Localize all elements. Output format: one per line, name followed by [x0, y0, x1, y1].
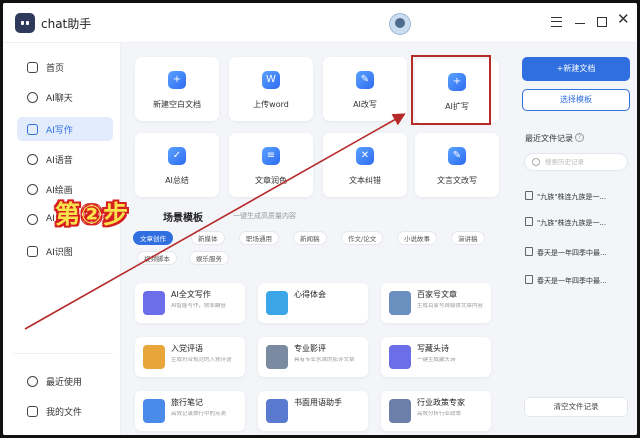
- step-label: 第②步: [55, 200, 130, 229]
- app-window: chat助手 ✕ 首页 AI聊天 AI写作 AI语音 AI绘画 AI AI识图 …: [3, 3, 637, 435]
